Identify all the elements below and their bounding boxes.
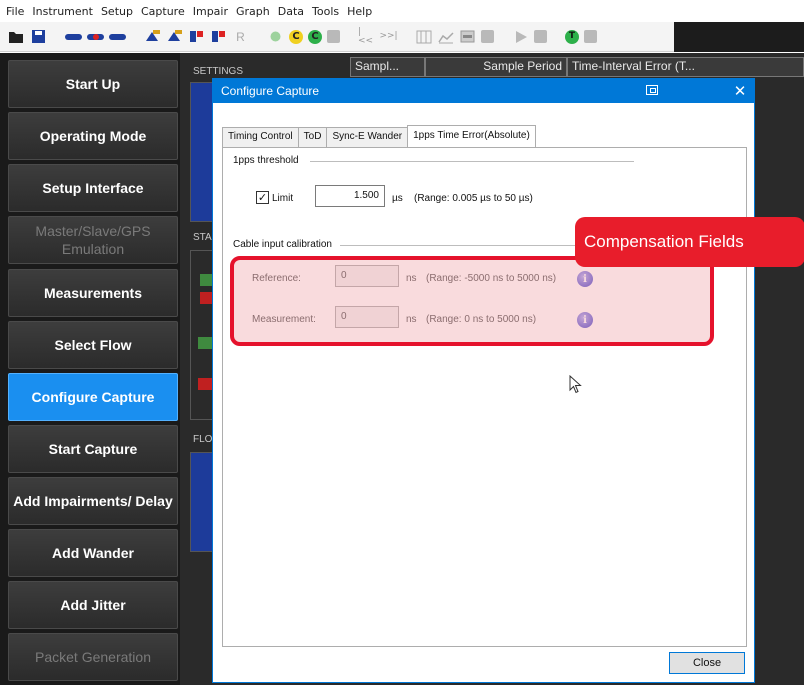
nav-add-jitter[interactable]: Add Jitter	[8, 581, 178, 629]
grid-icon[interactable]	[415, 28, 432, 45]
link-icon[interactable]	[65, 28, 82, 45]
nav-packet-generation: Packet Generation	[8, 633, 178, 681]
tab-1pps-time-error[interactable]: 1pps Time Error(Absolute)	[407, 125, 536, 147]
limit-unit: µs	[392, 193, 403, 204]
nav-start-up[interactable]: Start Up	[8, 60, 178, 108]
menu-instrument[interactable]: Instrument	[28, 5, 97, 18]
open-folder-icon[interactable]	[8, 28, 25, 45]
status-red-2	[198, 378, 212, 390]
threshold-group-line	[310, 161, 634, 162]
nav-add-wander[interactable]: Add Wander	[8, 529, 178, 577]
status-label: STA	[193, 232, 212, 243]
flow-label: FLO	[193, 434, 213, 445]
capture-red2-icon[interactable]	[210, 28, 227, 45]
results-table-header: Sampl... Sample Period Time-Interval Err…	[350, 57, 804, 77]
col-sample-period[interactable]: Sample Period	[425, 57, 567, 77]
forward-icon[interactable]: >>|	[379, 28, 397, 45]
mouse-cursor-icon	[569, 374, 583, 399]
nav-operating-mode[interactable]: Operating Mode	[8, 112, 178, 160]
col-sample[interactable]: Sampl...	[350, 57, 425, 77]
col-tie[interactable]: Time-Interval Error (T...	[567, 57, 804, 77]
capture-inf2-icon[interactable]	[166, 28, 183, 45]
menu-impair[interactable]: Impair	[189, 5, 232, 18]
leaf-icon[interactable]	[267, 28, 284, 45]
tab-timing-control[interactable]: Timing Control	[222, 127, 299, 147]
status-green-2	[198, 337, 212, 349]
close-icon[interactable]: ✕	[731, 82, 749, 100]
capture-inf-icon[interactable]	[144, 28, 161, 45]
menu-file[interactable]: File	[2, 5, 28, 18]
compensation-fields-highlight	[230, 256, 714, 346]
menu-tools[interactable]: Tools	[308, 5, 343, 18]
close-button[interactable]: Close	[669, 652, 745, 674]
link-blue-icon[interactable]	[109, 28, 126, 45]
c-green-icon[interactable]: C	[308, 29, 322, 44]
nav-add-impairments-delay[interactable]: Add Impairments/ Delay	[8, 477, 178, 525]
nav-measurements[interactable]: Measurements	[8, 269, 178, 317]
nav-configure-capture[interactable]: Configure Capture	[8, 373, 178, 421]
c-yellow-icon[interactable]: C	[289, 29, 303, 44]
t-icon[interactable]: T	[565, 29, 579, 44]
menu-capture[interactable]: Capture	[137, 5, 189, 18]
toolbar: R C C |<< >>| T	[0, 22, 804, 52]
limit-range: (Range: 0.005 µs to 50 µs)	[414, 193, 533, 204]
nav-start-capture[interactable]: Start Capture	[8, 425, 178, 473]
menu-graph[interactable]: Graph	[232, 5, 274, 18]
chart-icon[interactable]	[437, 28, 454, 45]
menu-data[interactable]: Data	[274, 5, 308, 18]
tab-sync-e-wander[interactable]: Sync-E Wander	[326, 127, 409, 147]
calibration-group-title: Cable input calibration	[233, 239, 338, 250]
rewind-icon[interactable]: |<<	[358, 27, 375, 45]
menu-help[interactable]: Help	[343, 5, 376, 18]
play-icon[interactable]	[512, 28, 529, 45]
square2-icon[interactable]	[584, 30, 597, 43]
menu-bar: File Instrument Setup Capture Impair Gra…	[0, 0, 804, 22]
left-nav: Start Up Operating Mode Setup Interface …	[0, 53, 180, 685]
limit-checkbox[interactable]: ✓	[256, 191, 269, 204]
tab-tod[interactable]: ToD	[297, 127, 328, 147]
compensation-fields-callout: Compensation Fields	[575, 217, 804, 267]
limit-value-field[interactable]: 1.500	[315, 185, 385, 207]
nav-select-flow[interactable]: Select Flow	[8, 321, 178, 369]
dialog-title: Configure Capture	[221, 84, 320, 98]
restore-icon[interactable]	[646, 85, 658, 95]
settings-label: SETTINGS	[193, 66, 244, 77]
toolbar-dark-region	[674, 22, 804, 52]
link-red-icon[interactable]	[87, 28, 104, 45]
dialog-title-bar[interactable]: Configure Capture	[213, 79, 754, 103]
menu-setup[interactable]: Setup	[97, 5, 137, 18]
nav-master-slave-gps: Master/Slave/GPS Emulation	[8, 216, 178, 264]
stop-icon[interactable]	[327, 30, 340, 43]
threshold-group-title: 1pps threshold	[233, 155, 305, 166]
save-icon[interactable]	[30, 28, 47, 45]
limit-label: Limit	[272, 193, 294, 204]
r-icon[interactable]: R	[232, 28, 249, 45]
stop2-icon[interactable]	[534, 30, 547, 43]
nav-setup-interface[interactable]: Setup Interface	[8, 164, 178, 212]
panel-icon[interactable]	[459, 28, 476, 45]
tab-strip: Timing Control ToD Sync-E Wander 1pps Ti…	[222, 125, 536, 147]
square-icon[interactable]	[481, 30, 494, 43]
configure-capture-dialog: Configure Capture ✕ Timing Control ToD S…	[212, 78, 755, 683]
capture-red-icon[interactable]	[188, 28, 205, 45]
app-window: File Instrument Setup Capture Impair Gra…	[0, 0, 804, 685]
